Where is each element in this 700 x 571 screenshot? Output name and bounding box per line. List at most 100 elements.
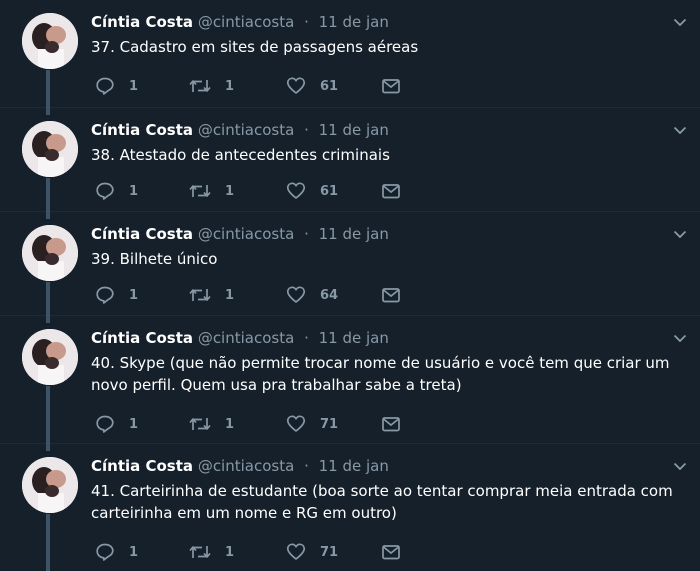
author-handle[interactable]: @cintiacosta bbox=[198, 329, 294, 347]
like-button[interactable]: 71 bbox=[286, 542, 338, 562]
separator-dot: · bbox=[304, 457, 309, 475]
chevron-down-icon[interactable] bbox=[672, 14, 688, 30]
avatar[interactable] bbox=[22, 121, 78, 177]
tweet-text: 37. Cadastro em sites de passagens aérea… bbox=[91, 38, 419, 56]
separator-dot: · bbox=[304, 121, 309, 139]
separator-dot: · bbox=[304, 225, 309, 243]
author-handle[interactable]: @cintiacosta bbox=[198, 13, 294, 31]
heart-icon bbox=[286, 76, 306, 96]
chevron-down-icon[interactable] bbox=[672, 226, 688, 242]
retweet-icon bbox=[189, 285, 211, 305]
reply-button[interactable]: 1 bbox=[95, 414, 138, 434]
like-button[interactable]: 61 bbox=[286, 181, 338, 201]
direct-message-button[interactable] bbox=[381, 181, 401, 201]
retweet-button[interactable]: 1 bbox=[189, 76, 234, 96]
thread-line bbox=[46, 282, 50, 316]
retweet-button[interactable]: 1 bbox=[189, 181, 234, 201]
envelope-icon bbox=[381, 181, 401, 201]
avatar[interactable] bbox=[22, 329, 78, 385]
reply-button[interactable]: 1 bbox=[95, 542, 138, 562]
reply-button[interactable]: 1 bbox=[95, 285, 138, 305]
reply-icon bbox=[95, 285, 115, 305]
tweet[interactable]: Cíntia Costa @cintiacosta · 11 de jan 39… bbox=[0, 212, 700, 316]
chevron-down-icon[interactable] bbox=[672, 458, 688, 474]
reply-icon bbox=[95, 414, 115, 434]
author-handle[interactable]: @cintiacosta bbox=[198, 121, 294, 139]
author-handle[interactable]: @cintiacosta bbox=[198, 457, 294, 475]
reply-button[interactable]: 1 bbox=[95, 181, 138, 201]
envelope-icon bbox=[381, 414, 401, 434]
author-name[interactable]: Cíntia Costa bbox=[91, 457, 193, 475]
tweet[interactable]: Cíntia Costa @cintiacosta · 11 de jan 40… bbox=[0, 316, 700, 444]
avatar[interactable] bbox=[22, 13, 78, 69]
like-button[interactable]: 71 bbox=[286, 414, 338, 434]
author-handle[interactable]: @cintiacosta bbox=[198, 225, 294, 243]
tweet-text: 39. Bilhete único bbox=[91, 250, 218, 268]
reply-count: 1 bbox=[129, 416, 139, 432]
tweet-header: Cíntia Costa @cintiacosta · 11 de jan bbox=[91, 224, 389, 244]
reply-button[interactable]: 1 bbox=[95, 76, 138, 96]
author-name[interactable]: Cíntia Costa bbox=[91, 121, 193, 139]
tweet[interactable]: Cíntia Costa @cintiacosta · 11 de jan 38… bbox=[0, 108, 700, 212]
tweet[interactable]: Cíntia Costa @cintiacosta · 11 de jan 37… bbox=[0, 0, 700, 108]
tweet-text: 40. Skype (que não permite trocar nome d… bbox=[91, 354, 670, 394]
like-button[interactable]: 64 bbox=[286, 285, 338, 305]
tweet-date[interactable]: 11 de jan bbox=[319, 457, 389, 475]
chevron-down-icon[interactable] bbox=[672, 330, 688, 346]
reply-icon bbox=[95, 542, 115, 562]
author-name[interactable]: Cíntia Costa bbox=[91, 329, 193, 347]
tweet-header: Cíntia Costa @cintiacosta · 11 de jan bbox=[91, 12, 389, 32]
heart-icon bbox=[286, 414, 306, 434]
avatar[interactable] bbox=[22, 225, 78, 281]
retweet-count: 1 bbox=[225, 287, 235, 303]
tweet-date[interactable]: 11 de jan bbox=[319, 13, 389, 31]
separator-dot: · bbox=[304, 13, 309, 31]
direct-message-button[interactable] bbox=[381, 285, 401, 305]
envelope-icon bbox=[381, 285, 401, 305]
heart-icon bbox=[286, 542, 306, 562]
retweet-count: 1 bbox=[225, 544, 235, 560]
reply-icon bbox=[95, 76, 115, 96]
thread-line bbox=[46, 444, 50, 451]
retweet-icon bbox=[189, 181, 211, 201]
tweet-date[interactable]: 11 de jan bbox=[319, 225, 389, 243]
reply-icon bbox=[95, 181, 115, 201]
thread-line bbox=[46, 108, 50, 115]
tweet-thread: Cíntia Costa @cintiacosta · 11 de jan 37… bbox=[0, 0, 700, 571]
thread-line bbox=[46, 386, 50, 444]
tweet[interactable]: Cíntia Costa @cintiacosta · 11 de jan 41… bbox=[0, 444, 700, 571]
thread-line bbox=[46, 178, 50, 212]
like-count: 71 bbox=[320, 416, 339, 432]
heart-icon bbox=[286, 285, 306, 305]
tweet-text: 41. Carteirinha de estudante (boa sorte … bbox=[91, 482, 673, 522]
retweet-button[interactable]: 1 bbox=[189, 542, 234, 562]
reply-count: 1 bbox=[129, 544, 139, 560]
direct-message-button[interactable] bbox=[381, 414, 401, 434]
retweet-icon bbox=[189, 414, 211, 434]
author-name[interactable]: Cíntia Costa bbox=[91, 225, 193, 243]
heart-icon bbox=[286, 181, 306, 201]
tweet-header: Cíntia Costa @cintiacosta · 11 de jan bbox=[91, 456, 389, 476]
tweet-text: 38. Atestado de antecedentes criminais bbox=[91, 146, 390, 164]
retweet-button[interactable]: 1 bbox=[189, 414, 234, 434]
chevron-down-icon[interactable] bbox=[672, 122, 688, 138]
separator-dot: · bbox=[304, 329, 309, 347]
author-name[interactable]: Cíntia Costa bbox=[91, 13, 193, 31]
like-count: 71 bbox=[320, 544, 339, 560]
retweet-button[interactable]: 1 bbox=[189, 285, 234, 305]
reply-count: 1 bbox=[129, 287, 139, 303]
direct-message-button[interactable] bbox=[381, 76, 401, 96]
retweet-icon bbox=[189, 76, 211, 96]
like-count: 61 bbox=[320, 183, 339, 199]
thread-line bbox=[46, 212, 50, 219]
retweet-icon bbox=[189, 542, 211, 562]
avatar[interactable] bbox=[22, 457, 78, 513]
tweet-header: Cíntia Costa @cintiacosta · 11 de jan bbox=[91, 120, 389, 140]
direct-message-button[interactable] bbox=[381, 542, 401, 562]
tweet-header: Cíntia Costa @cintiacosta · 11 de jan bbox=[91, 328, 389, 348]
envelope-icon bbox=[381, 542, 401, 562]
like-button[interactable]: 61 bbox=[286, 76, 338, 96]
tweet-date[interactable]: 11 de jan bbox=[319, 329, 389, 347]
thread-line bbox=[46, 70, 50, 108]
tweet-date[interactable]: 11 de jan bbox=[319, 121, 389, 139]
